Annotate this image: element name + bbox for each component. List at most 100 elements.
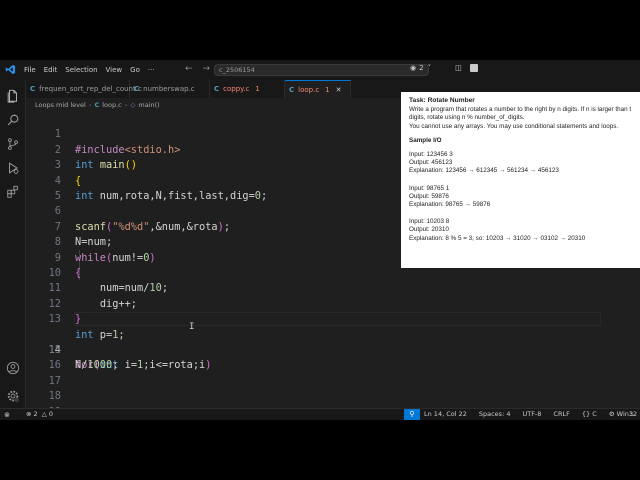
code-line-current[interactable]: 14 for(int i=1;i<=rota;i) <box>26 312 640 371</box>
tab-label: numberswap.c <box>143 85 195 93</box>
zoom-icon[interactable]: ⚲ <box>404 409 420 420</box>
status-bar: ⊗ ⊗ 2 △ 0 ⚲ Ln 14, Col 22 Spaces: 4 UTF-… <box>0 408 640 420</box>
back-arrow-icon[interactable]: ← <box>185 64 193 74</box>
extensions-icon[interactable] <box>6 184 20 198</box>
sample-block: Input: 98765 1 Output: 59876 Explanation… <box>409 185 640 210</box>
account-avatar-icon[interactable] <box>6 360 20 375</box>
warning-count: 0 <box>48 410 53 418</box>
sample-input: Input: 123456 3 <box>409 151 453 159</box>
code-line[interactable]: 11 dig++; <box>26 266 640 309</box>
copilot-icon[interactable]: ◉ <box>410 64 416 72</box>
command-center-text: c_2506154 <box>219 66 255 74</box>
sample-input: Input: 98765 1 <box>409 184 450 192</box>
language-mode[interactable]: {} C <box>582 410 597 418</box>
tab-label: coppy.c <box>223 85 250 93</box>
menu-view[interactable]: View <box>102 66 127 74</box>
chevron-down-icon[interactable]: ˅ <box>428 64 432 72</box>
current-line-highlight <box>74 312 601 327</box>
c-file-icon: C <box>289 85 295 94</box>
sample-output: Output: 456123 <box>409 159 453 167</box>
breadcrumb-folder[interactable]: Loops mid level <box>35 101 86 109</box>
cube-icon: ◇ <box>130 100 136 109</box>
task-desc-line: digits, rotate using n % number_of_digit… <box>409 114 525 122</box>
code-line[interactable]: 15 N/1000; <box>26 328 640 371</box>
tab-numberswap[interactable]: C numberswap.c <box>130 80 210 98</box>
code-line[interactable]: 18 <box>26 374 640 402</box>
source-control-icon[interactable] <box>6 136 20 150</box>
tab-coppy[interactable]: C coppy.c 1 <box>210 80 285 98</box>
sample-explanation: Explanation: 123456 → 612345 → 561234 → … <box>409 167 559 175</box>
activity-bar <box>0 80 26 408</box>
error-count: 2 <box>33 410 38 418</box>
explorer-icon[interactable] <box>6 88 20 103</box>
tab-loop[interactable]: C loop.c 1 ✕ <box>285 80 351 98</box>
account-icon[interactable] <box>469 64 478 72</box>
menu-edit[interactable]: Edit <box>40 66 62 74</box>
menu-more[interactable]: ··· <box>144 66 159 74</box>
settings-gear-icon[interactable] <box>6 388 20 403</box>
titlebar-right: ◉ 2 ˅ ◫ <box>410 64 478 72</box>
problems-status[interactable]: ⊗ 2 △ 0 <box>26 410 53 418</box>
tab-problem-count: 1 <box>325 85 330 94</box>
code-line[interactable]: 19 <box>26 389 640 418</box>
sample-heading: Sample I/O <box>409 136 442 144</box>
cursor-position[interactable]: Ln 14, Col 22 <box>424 410 467 418</box>
task-desc-line: You cannot use any arrays. You may use c… <box>409 122 619 130</box>
sample-explanation: Explanation: 8 % 5 = 3, so: 10203 → 3102… <box>409 234 586 242</box>
layout-icon[interactable]: ◫ <box>455 64 462 72</box>
run-debug-icon[interactable] <box>6 160 20 174</box>
letterbox-bottom <box>0 420 640 480</box>
indentation[interactable]: Spaces: 4 <box>479 410 511 418</box>
mouse-ibeam-icon: I <box>189 322 195 332</box>
close-icon[interactable]: ✕ <box>336 86 342 94</box>
code-line[interactable]: 17 <box>26 358 640 387</box>
task-description-panel: Task: Rotate Number Write a program that… <box>401 92 640 268</box>
chevron-right-icon: › <box>124 100 128 109</box>
menu-go[interactable]: Go <box>126 66 144 74</box>
forward-arrow-icon[interactable]: → <box>203 64 211 74</box>
language-label: C <box>592 410 597 418</box>
code-line[interactable]: 16 <box>26 343 640 371</box>
braces-icon: {} <box>581 410 591 418</box>
breadcrumb: Loops mid level › C loop.c › ◇ main() <box>35 99 160 110</box>
tab-frequen-sort[interactable]: C frequen_sort_rep_del_count.c <box>26 80 142 98</box>
sample-output: Output: 20310 <box>409 226 449 234</box>
breadcrumb-symbol[interactable]: main() <box>138 101 159 109</box>
nav-arrows: ← → <box>185 64 210 74</box>
title-bar: File Edit Selection View Go ··· ← → c_25… <box>0 60 640 80</box>
status-right: Ln 14, Col 22 Spaces: 4 UTF-8 CRLF {} C … <box>424 410 637 418</box>
c-file-icon: C <box>134 85 140 93</box>
task-title: Task: Rotate Number <box>409 97 475 104</box>
c-file-icon: C <box>214 85 220 93</box>
command-center-search[interactable]: c_2506154 <box>214 64 429 76</box>
chevron-right-icon: › <box>88 100 92 109</box>
c-file-icon: C <box>30 85 36 93</box>
search-icon[interactable] <box>6 112 20 126</box>
breadcrumb-file[interactable]: loop.c <box>102 101 122 109</box>
line-ending[interactable]: CRLF <box>553 410 569 418</box>
encoding[interactable]: UTF-8 <box>522 410 541 418</box>
sample-block: Input: 123456 3 Output: 456123 Explanati… <box>409 151 640 176</box>
bell-icon[interactable]: ♨ <box>629 410 635 418</box>
sample-block: Input: 10203 8 Output: 20310 Explanation… <box>409 218 640 243</box>
copilot-count: 2 <box>419 64 424 72</box>
menu-selection[interactable]: Selection <box>61 66 101 74</box>
task-desc-line: Write a program that rotates a number to… <box>409 106 632 114</box>
error-icon: ⊗ <box>26 410 32 418</box>
tab-label: frequen_sort_rep_del_count.c <box>39 85 142 93</box>
menu-file[interactable]: File <box>20 66 40 74</box>
tab-label: loop.c <box>298 85 320 94</box>
gear-small-icon: ⚙ <box>608 410 615 418</box>
remote-icon[interactable]: ⊗ <box>0 409 14 420</box>
sample-explanation: Explanation: 98765 → 59876 <box>409 201 491 209</box>
menu-bar: File Edit Selection View Go ··· <box>20 60 159 80</box>
c-file-icon: C <box>94 100 100 109</box>
vscode-logo-icon <box>5 64 16 75</box>
sample-output: Output: 59876 <box>409 192 449 200</box>
code-line[interactable]: 12 } <box>26 281 640 325</box>
code-line[interactable]: 13 int p=1; <box>26 297 640 340</box>
warning-icon: △ <box>41 410 47 418</box>
tab-problem-count: 1 <box>255 85 260 93</box>
letterbox-top <box>0 0 640 60</box>
sample-input: Input: 10203 8 <box>409 218 450 226</box>
